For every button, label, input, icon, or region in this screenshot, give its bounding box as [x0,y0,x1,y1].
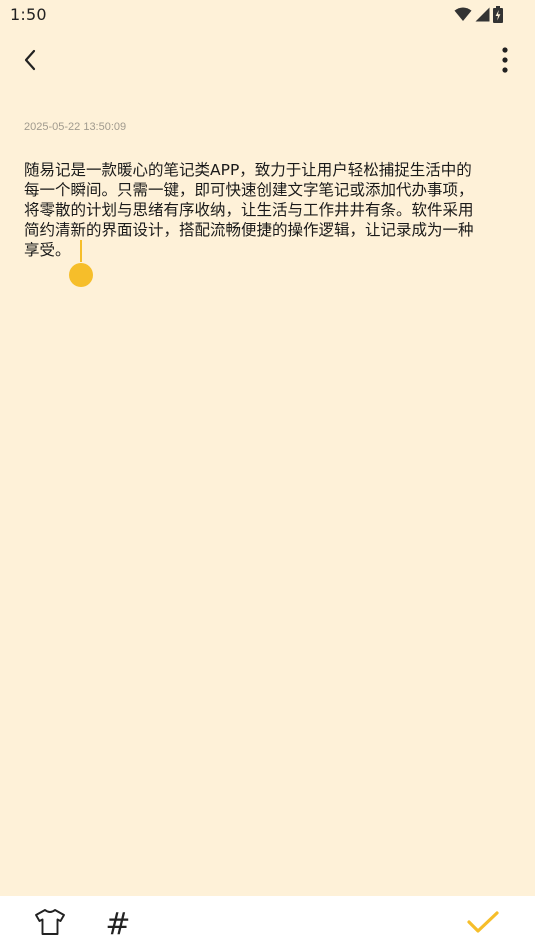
text-cursor-handle[interactable] [69,240,95,290]
note-line: 简约清新的界面设计，搭配流畅便捷的操作逻辑，让记录成为一种 [24,221,474,239]
chevron-left-icon [23,49,37,75]
tshirt-icon [34,908,66,940]
note-toolbar [0,40,535,84]
more-vertical-icon [502,47,508,77]
checkmark-icon [467,910,499,938]
cursor-drag-knob[interactable] [69,263,93,287]
status-icons [454,5,503,23]
note-line: 享受。 [24,241,71,259]
signal-icon [475,7,490,22]
note-line: 每一个瞬间。只需一键，即可快速创建文字笔记或添加代办事项， [24,181,474,199]
battery-charging-icon [493,5,503,23]
tag-button[interactable]: # [100,904,136,944]
text-cursor [80,240,82,262]
status-time: 1:50 [10,5,47,24]
save-note-button[interactable] [465,906,501,942]
wifi-icon [454,7,472,22]
theme-button[interactable] [32,906,68,942]
status-bar: 1:50 [0,0,535,30]
note-timestamp: 2025-05-22 13:50:09 [24,121,127,133]
back-button[interactable] [12,48,48,76]
note-line: 将零散的计划与思绪有序收纳，让生活与工作井井有条。软件采用 [24,201,474,219]
note-body-editor[interactable]: 随易记是一款暖心的笔记类APP，致力于让用户轻松捕捉生活中的 每一个瞬间。只需一… [24,160,512,260]
bottom-toolbar: # [0,896,535,951]
more-options-button[interactable] [491,46,519,78]
note-line: 随易记是一款暖心的笔记类APP，致力于让用户轻松捕捉生活中的 [24,161,472,179]
